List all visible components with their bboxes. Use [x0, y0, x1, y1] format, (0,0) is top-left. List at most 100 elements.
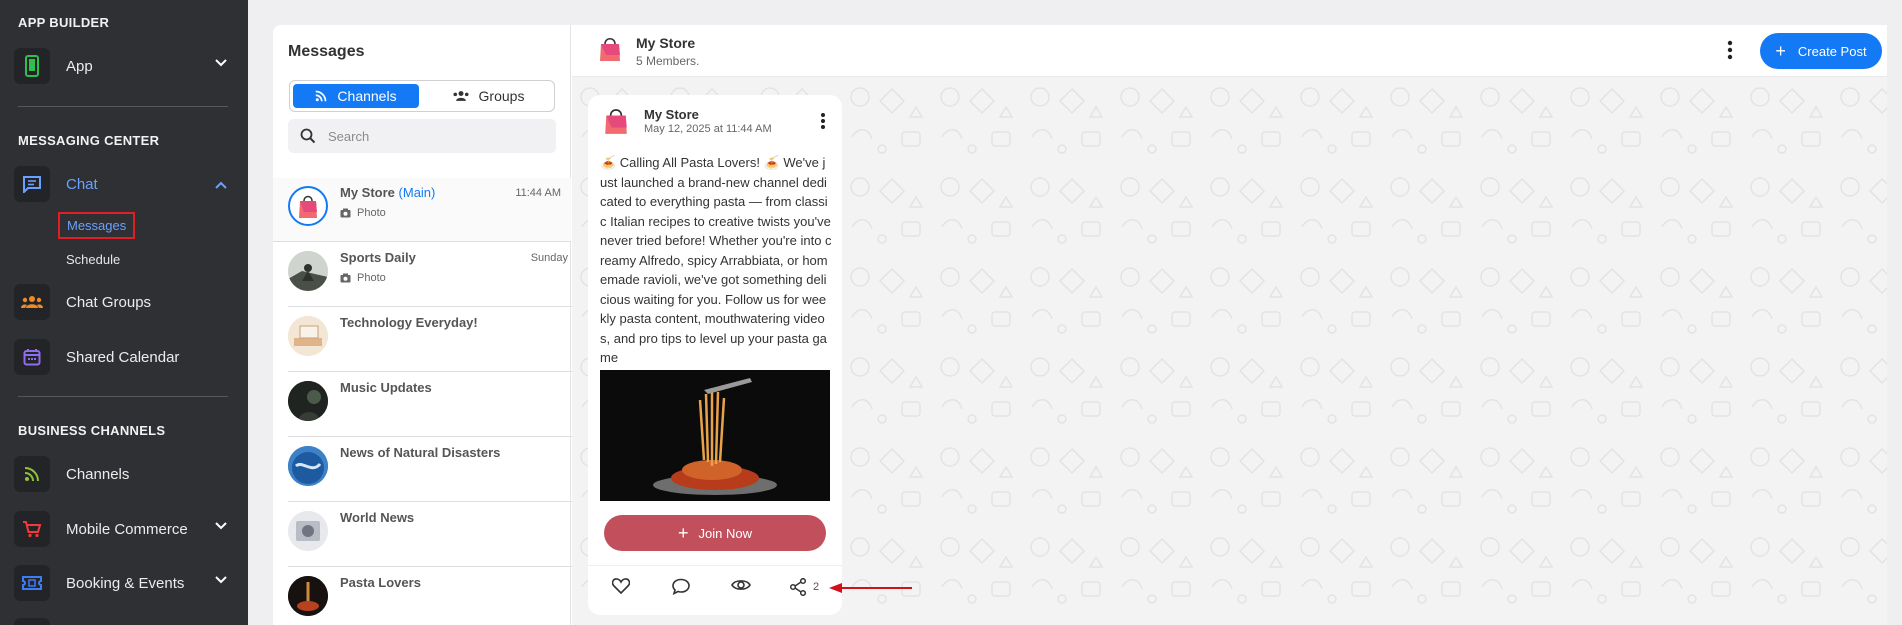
list-item-name: Music Updates [340, 380, 432, 395]
share-icon[interactable] [789, 578, 807, 596]
list-item[interactable]: Technology Everyday! [288, 308, 578, 372]
avatar [288, 186, 328, 226]
create-post-button[interactable]: + Create Post [1760, 33, 1882, 69]
sidebar-item-label: Mobile Commerce [66, 520, 188, 538]
camera-icon [340, 273, 351, 283]
sidebar-subitem-schedule[interactable]: Schedule [66, 252, 120, 267]
list-item-name: My Store (Main) [340, 185, 436, 200]
tab-channels-label: Channels [337, 88, 397, 104]
plus-icon: + [678, 523, 689, 543]
post-card: My Store May 12, 2025 at 11:44 AM 🍝 Call… [588, 95, 842, 615]
more-vertical-icon[interactable] [1727, 40, 1733, 60]
search-icon [300, 128, 316, 144]
calendar-icon [14, 339, 50, 375]
plus-icon: + [1775, 41, 1786, 61]
group-icon [453, 91, 469, 101]
list-item-name: Technology Everyday! [340, 315, 478, 330]
sidebar-item-label: Chat [66, 175, 98, 193]
section-title-messaging: MESSAGING CENTER [18, 133, 160, 148]
channel-group-switch: Channels Groups [289, 80, 555, 112]
main-tag: (Main) [398, 185, 436, 200]
sidebar-item-shared-calendar[interactable]: Shared Calendar [14, 337, 230, 377]
avatar [288, 511, 328, 551]
sidebar-item-label: Chat Groups [66, 293, 152, 311]
list-item[interactable]: Pasta Lovers [288, 568, 578, 625]
post-author: My Store [644, 107, 699, 122]
divider [18, 106, 228, 107]
sidebar-item-mobile-commerce[interactable]: Mobile Commerce [14, 509, 230, 549]
sidebar-item-label: Shared Calendar [66, 348, 180, 366]
list-item-preview: Photo [340, 272, 386, 284]
join-now-button[interactable]: + Join Now [604, 515, 826, 551]
chevron-down-icon [215, 576, 227, 584]
sidebar-item-label: Booking & Events [66, 574, 185, 592]
list-item-preview: Photo [340, 207, 386, 219]
rss-icon [316, 90, 327, 102]
heart-icon[interactable] [612, 578, 630, 594]
tab-groups[interactable]: Groups [425, 84, 551, 108]
list-item[interactable]: Music Updates [288, 373, 578, 437]
sidebar-item-more[interactable] [14, 616, 230, 625]
group-icon [14, 284, 50, 320]
sidebar-item-label: Channels [66, 465, 130, 483]
avatar [288, 251, 328, 291]
main-panel: Messages Channels Groups My Store (Main)… [273, 25, 1887, 625]
section-title-business: BUSINESS CHANNELS [18, 423, 166, 438]
post-actions: 2 [588, 565, 842, 609]
more-vertical-icon[interactable] [820, 112, 826, 130]
list-item-name: World News [340, 510, 415, 525]
share-count: 2 [813, 581, 820, 593]
sidebar-item-chat-groups[interactable]: Chat Groups [14, 282, 230, 322]
post-image[interactable] [600, 370, 830, 501]
chat-panel: My Store 5 Members. + Create Post My Sto… [572, 25, 1887, 625]
sidebar-item-booking[interactable]: Booking & Events [14, 563, 230, 603]
more-item-icon [14, 618, 50, 625]
list-item[interactable]: Sports Daily Sunday Photo [288, 243, 578, 307]
messages-list-panel: Messages Channels Groups My Store (Main)… [273, 25, 578, 625]
chat-title: My Store [636, 35, 696, 51]
chat-header: My Store 5 Members. + Create Post [572, 25, 1887, 77]
chevron-down-icon [215, 59, 227, 67]
list-item[interactable]: My Store (Main) 11:44 AM Photo [273, 178, 571, 242]
ticket-icon [14, 565, 50, 601]
list-item[interactable]: World News [288, 503, 578, 567]
chevron-up-icon [215, 181, 227, 189]
divider [18, 396, 228, 397]
sidebar-subitem-messages[interactable]: Messages [58, 212, 136, 239]
search-box [288, 119, 556, 153]
list-item-time: Sunday [530, 252, 568, 264]
chevron-down-icon [215, 522, 227, 530]
search-input[interactable] [328, 128, 538, 144]
store-bag-icon [600, 37, 620, 61]
mobile-phone-icon [14, 48, 50, 84]
messages-title: Messages [288, 43, 365, 60]
tab-channels[interactable]: Channels [293, 84, 419, 108]
avatar [288, 576, 328, 616]
join-now-label: Join Now [698, 525, 752, 541]
annotation-arrow [829, 583, 912, 593]
avatar [288, 316, 328, 356]
avatar [288, 446, 328, 486]
section-title-app-builder: APP BUILDER [18, 15, 110, 30]
cart-icon [14, 511, 50, 547]
post-body: 🍝 Calling All Pasta Lovers! 🍝 We've just… [600, 155, 832, 365]
list-item[interactable]: News of Natural Disasters [288, 438, 578, 502]
tab-groups-label: Groups [478, 88, 525, 104]
sidebar-item-label: App [66, 57, 93, 75]
avatar [288, 381, 328, 421]
list-item-name: News of Natural Disasters [340, 445, 501, 460]
chat-icon [14, 166, 50, 202]
sidebar-item-app[interactable]: App [14, 46, 230, 86]
eye-icon[interactable] [731, 578, 751, 592]
list-item-time: 11:44 AM [515, 187, 561, 199]
sidebar-item-chat[interactable]: Chat [14, 164, 230, 204]
list-item-name: Pasta Lovers [340, 575, 421, 590]
create-post-label: Create Post [1797, 43, 1867, 59]
comment-icon[interactable] [672, 578, 690, 595]
sidebar-item-channels[interactable]: Channels [14, 454, 230, 494]
sidebar: APP BUILDER App MESSAGING CENTER Chat Me… [0, 0, 248, 625]
store-bag-icon [605, 109, 627, 134]
post-date: May 12, 2025 at 11:44 AM [644, 123, 772, 135]
chat-member-count: 5 Members. [636, 54, 700, 68]
list-item-name: Sports Daily [340, 250, 416, 265]
